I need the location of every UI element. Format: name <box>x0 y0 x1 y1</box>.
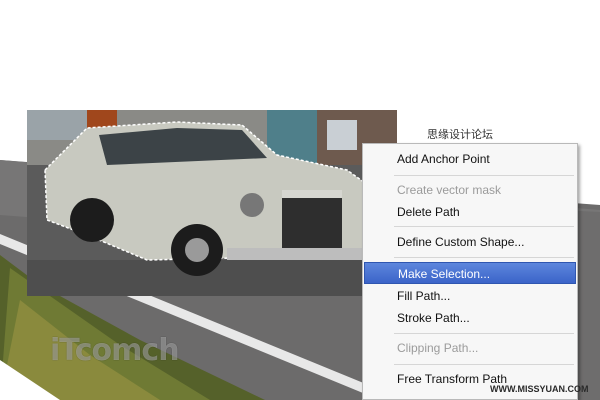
menu-separator <box>394 257 574 258</box>
menu-item-fill-path[interactable]: Fill Path... <box>364 285 576 307</box>
menu-separator <box>394 226 574 227</box>
photoshop-scene: iTcomch 思缘设计论坛 Add Anchor Point Create v… <box>0 0 600 400</box>
menu-separator <box>394 333 574 334</box>
menu-separator <box>394 364 574 365</box>
menu-item-create-vector-mask: Create vector mask <box>397 183 502 197</box>
site-watermark-url: WWW.MISSYUAN.COM <box>490 384 589 394</box>
path-context-menu: Add Anchor Point Create vector mask Dele… <box>362 143 578 400</box>
menu-separator <box>394 175 574 176</box>
canvas-photo[interactable] <box>27 110 397 296</box>
menu-item-define-custom-shape[interactable]: Define Custom Shape... <box>364 231 576 253</box>
site-watermark-cn: 思缘设计论坛 <box>427 129 493 141</box>
menu-item-stroke-path[interactable]: Stroke Path... <box>364 307 576 329</box>
menu-item-delete-path[interactable]: Delete Path <box>364 201 576 223</box>
menu-item-clipping-path: Clipping Path... <box>397 341 479 355</box>
menu-item-make-selection[interactable]: Make Selection... <box>364 262 576 284</box>
menu-item-add-anchor-point[interactable]: Add Anchor Point <box>364 148 576 170</box>
logo-watermark: iTcomch <box>50 333 180 368</box>
car-image <box>27 110 397 296</box>
